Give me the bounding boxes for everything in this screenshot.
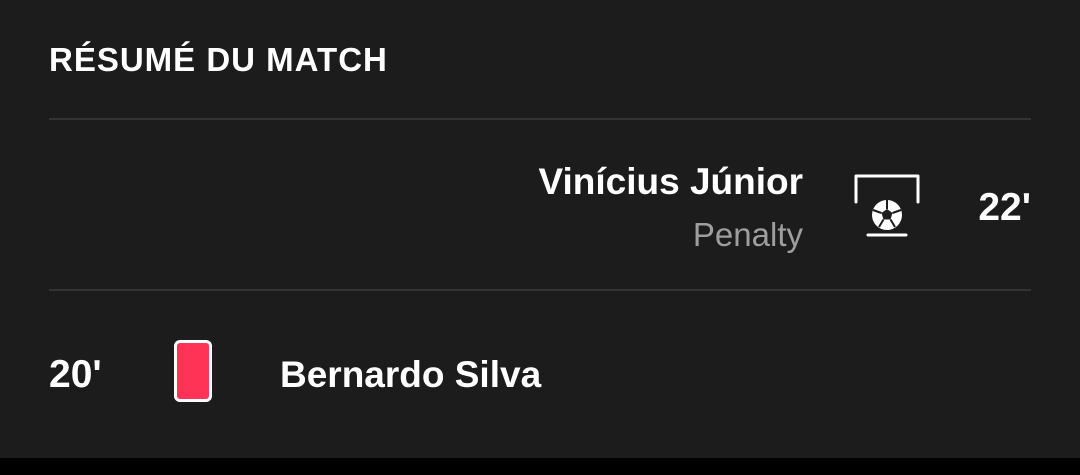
event-minute: 22'	[978, 186, 1031, 229]
event-player-name: Vinícius Júnior	[538, 161, 803, 202]
event-player-name: Bernardo Silva	[280, 354, 542, 395]
section-title: RÉSUMÉ DU MATCH	[49, 41, 388, 78]
red-card-icon	[174, 340, 212, 402]
divider	[49, 118, 1031, 120]
match-summary-card: RÉSUMÉ DU MATCH Vinícius Júnior Penalty …	[0, 0, 1080, 458]
event-minute: 20'	[49, 353, 102, 396]
penalty-goal-icon	[852, 172, 922, 242]
divider	[49, 289, 1031, 291]
event-detail: Penalty	[692, 216, 803, 253]
